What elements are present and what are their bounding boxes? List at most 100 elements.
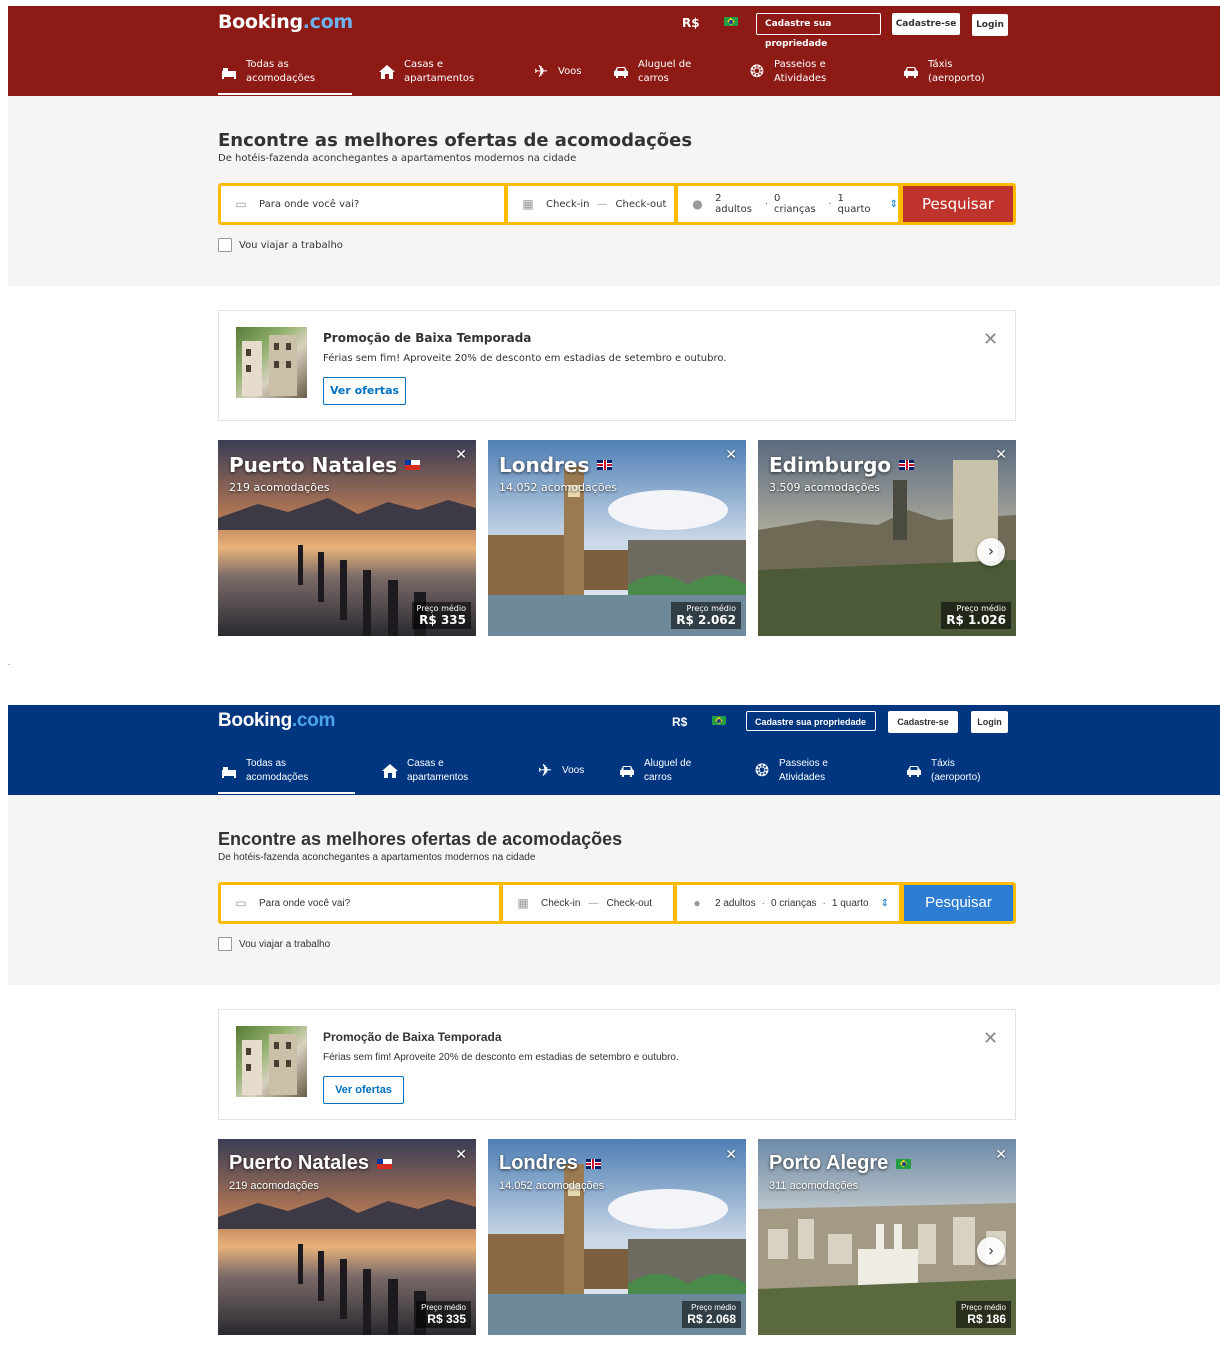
close-icon[interactable]: ✕ [455, 447, 467, 463]
brazil-flag-icon[interactable] [724, 17, 738, 26]
guests-selector[interactable]: ● 2 adultos · 0 crianças · 1 quarto ⇕ [677, 885, 899, 921]
price-label: Preço médio [416, 604, 466, 613]
card-count: 3.509 acomodações [769, 481, 880, 494]
search-button[interactable]: Pesquisar [903, 186, 1013, 222]
card-count: 219 acomodações [229, 481, 330, 494]
close-icon[interactable]: ✕ [995, 1146, 1007, 1163]
header: Booking.com R$ Cadastre sua propriedade … [8, 705, 1220, 795]
destination-card[interactable]: Puerto Natales 219 acomodações ✕ Preço m… [218, 1139, 476, 1335]
bed-icon: ▭ [235, 896, 247, 910]
taxi-icon [905, 762, 923, 780]
chevron-right-icon[interactable]: › [977, 1237, 1005, 1265]
destination-card[interactable]: Puerto Natales 219 acomodações ✕ Preço m… [218, 440, 476, 636]
destination-input[interactable]: ▭ Para onde você vai? [221, 885, 499, 921]
close-icon[interactable]: ✕ [725, 447, 737, 463]
price-value: R$ 186 [967, 1312, 1006, 1326]
card-city-name: Londres [499, 1152, 601, 1175]
children-count: 0 crianças [774, 193, 816, 215]
card-count: 311 acomodações [769, 1180, 859, 1192]
tab-homes[interactable]: Casas e apartamentos [381, 753, 468, 789]
tab-label: Casas e apartamentos [404, 59, 475, 84]
date-picker[interactable]: ▦ Check-in — Check-out [503, 885, 673, 921]
calendar-icon: ▦ [522, 197, 534, 211]
close-icon[interactable]: ✕ [725, 1146, 737, 1163]
tab-flights[interactable]: ✈ Voos [536, 753, 584, 789]
booking-logo[interactable]: Booking.com [218, 11, 353, 33]
guests-selector[interactable]: ● 2 adultos · 0 crianças · 1 quarto ⇕ [678, 186, 898, 222]
currency-selector[interactable]: R$ [672, 715, 687, 729]
destination-placeholder: Para onde você vai? [259, 897, 351, 909]
brazil-flag-icon[interactable] [712, 716, 726, 725]
destination-card[interactable]: Edimburgo 3.509 acomodações ✕ › Preço mé… [758, 440, 1016, 636]
card-city-name: Puerto Natales [229, 453, 421, 477]
list-property-button[interactable]: Cadastre sua propriedade [756, 13, 881, 49]
close-icon[interactable]: ✕ [455, 1146, 467, 1163]
checkin-label: Check-in [541, 897, 581, 909]
tab-airport-taxi[interactable]: Táxis (aeroporto) [905, 753, 980, 789]
currency-selector[interactable]: R$ [682, 16, 700, 30]
business-trip-label: Vou viajar a trabalho [239, 938, 331, 950]
card-city-name: Edimburgo [769, 453, 915, 477]
price-badge: Preço médio R$ 1.026 [941, 602, 1011, 629]
tab-airport-taxi[interactable]: Táxis (aeroporto) [902, 54, 985, 90]
tab-label: Passeios e Atividades [774, 59, 827, 84]
adults-count: 2 adultos [715, 897, 756, 909]
price-badge: Preço médio R$ 186 [956, 1301, 1011, 1328]
tab-car-rental[interactable]: Aluguel de carros [612, 54, 691, 90]
card-city-name: Porto Alegre [769, 1152, 912, 1175]
calendar-icon: ▦ [517, 896, 529, 910]
tab-attractions[interactable]: ❂ Passeios e Atividades [748, 54, 826, 90]
rooms-count: 1 quarto [831, 897, 869, 909]
price-value: R$ 335 [419, 613, 466, 627]
house-icon [378, 63, 396, 81]
booking-page-red-variant: Booking.com R$ Cadastre sua propriedade … [8, 6, 1220, 654]
date-picker[interactable]: ▦ Check-in — Check-out [508, 186, 674, 222]
promo-image [236, 327, 307, 398]
car-icon [618, 762, 636, 780]
plane-icon: ✈ [537, 761, 553, 780]
price-label: Preço médio [421, 1303, 466, 1312]
see-offers-button[interactable]: Ver ofertas [323, 1076, 404, 1104]
business-trip-checkbox[interactable]: Vou viajar a trabalho [218, 937, 330, 951]
destination-input[interactable]: ▭ Para onde você vai? [221, 186, 504, 222]
see-offers-button[interactable]: Ver ofertas [323, 377, 406, 405]
booking-logo[interactable]: Booking.com [218, 710, 335, 732]
close-icon[interactable]: ✕ [983, 1028, 998, 1049]
tab-accommodations[interactable]: Todas as acomodações [220, 753, 308, 789]
checkbox[interactable] [218, 238, 232, 252]
promo-image [236, 1026, 307, 1097]
tab-label: Aluguel de carros [644, 758, 692, 783]
checkbox[interactable] [218, 937, 232, 951]
list-property-button[interactable]: Cadastre sua propriedade [746, 711, 876, 731]
tab-label: Passeios e Atividades [779, 758, 828, 783]
tab-flights[interactable]: ✈ Voos [532, 54, 582, 90]
promo-title: Promoção de Baixa Temporada [323, 331, 532, 345]
price-badge: Preço médio R$ 2.068 [682, 1301, 741, 1328]
tab-car-rental[interactable]: Aluguel de carros [618, 753, 691, 789]
destination-card[interactable]: Londres 14.052 acomodações ✕ Preço médio… [488, 1139, 746, 1335]
chile-flag-icon [377, 1158, 393, 1169]
business-trip-checkbox[interactable]: Vou viajar a trabalho [218, 238, 343, 252]
signup-button[interactable]: Cadastre-se [892, 13, 960, 35]
signup-button[interactable]: Cadastre-se [888, 711, 958, 733]
checkout-label: Check-out [615, 198, 667, 210]
page-title: Encontre as melhores ofertas de acomodaç… [218, 829, 623, 849]
price-badge: Preço médio R$ 2.062 [671, 602, 741, 629]
chevron-right-icon[interactable]: › [977, 538, 1005, 566]
booking-page-blue-variant: Booking.com R$ Cadastre sua propriedade … [8, 705, 1220, 1353]
brazil-flag-icon [896, 1158, 912, 1169]
search-bar: ▭ Para onde você vai? ▦ Check-in — Check… [218, 882, 1016, 924]
tab-attractions[interactable]: ❂ Passeios e Atividades [753, 753, 828, 789]
house-icon [381, 762, 399, 780]
destination-card[interactable]: Porto Alegre 311 acomodações ✕ › Preço m… [758, 1139, 1016, 1335]
bed-icon: ▭ [235, 197, 247, 211]
up-down-icon: ⇕ [889, 198, 899, 210]
search-button[interactable]: Pesquisar [904, 885, 1013, 921]
close-icon[interactable]: ✕ [983, 329, 998, 350]
login-button[interactable]: Login [971, 711, 1008, 733]
tab-accommodations[interactable]: Todas as acomodações [220, 54, 315, 90]
tab-homes[interactable]: Casas e apartamentos [378, 54, 474, 90]
login-button[interactable]: Login [972, 14, 1008, 36]
destination-card[interactable]: Londres 14.052 acomodações ✕ Preço médio… [488, 440, 746, 636]
close-icon[interactable]: ✕ [995, 447, 1007, 463]
